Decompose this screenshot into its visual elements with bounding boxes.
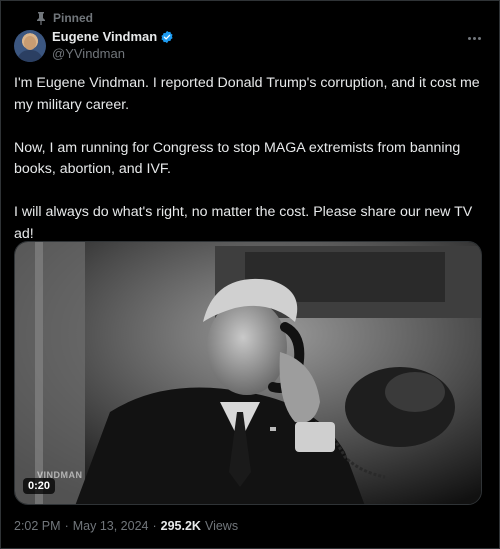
- author-handle[interactable]: @YVindman: [52, 45, 174, 62]
- author-name[interactable]: Eugene Vindman: [52, 28, 157, 45]
- avatar[interactable]: [14, 30, 46, 62]
- avatar-shoulders: [17, 50, 43, 62]
- more-dot-icon: [477, 36, 481, 40]
- pinned-indicator: Pinned: [35, 10, 93, 26]
- tweet-paragraph: Now, I am running for Congress to stop M…: [14, 139, 461, 178]
- flowers-highlight: [385, 372, 445, 412]
- views-label: Views: [204, 519, 239, 533]
- curtain-fold: [35, 242, 43, 504]
- video-frame: [15, 242, 481, 504]
- more-dot-icon: [467, 36, 471, 40]
- tweet-paragraph: I will always do what's right, no matter…: [14, 204, 473, 242]
- more-dot-icon: [472, 36, 476, 40]
- pin-icon: [37, 12, 45, 25]
- tweet-card[interactable]: Pinned Eugene Vindman @YVindman I'm Euge…: [0, 0, 500, 549]
- flag-pin: [270, 427, 276, 431]
- author-block: Eugene Vindman @YVindman: [52, 28, 174, 62]
- more-options-button[interactable]: [463, 29, 485, 47]
- tweet-date[interactable]: May 13, 2024: [73, 519, 149, 533]
- video-player[interactable]: VINDMAN 0:20: [14, 241, 482, 505]
- shirt-cuff: [295, 422, 335, 452]
- pinned-label: Pinned: [53, 11, 94, 25]
- tweet-text: I'm Eugene Vindman. I reported Donald Tr…: [14, 73, 484, 245]
- video-duration: 0:20: [23, 478, 56, 494]
- verified-badge-icon: [161, 30, 173, 43]
- views-count[interactable]: 295.2K: [161, 519, 201, 533]
- tweet-paragraph: I'm Eugene Vindman. I reported Donald Tr…: [14, 75, 480, 113]
- meta-separator: ·: [152, 519, 157, 533]
- meta-separator: ·: [64, 519, 69, 533]
- curtain-left: [15, 242, 85, 504]
- tweet-time[interactable]: 2:02 PM: [14, 519, 61, 533]
- tweet-meta: 2:02 PM · May 13, 2024 · 295.2K Views: [14, 519, 238, 533]
- avatar-face: [24, 36, 36, 50]
